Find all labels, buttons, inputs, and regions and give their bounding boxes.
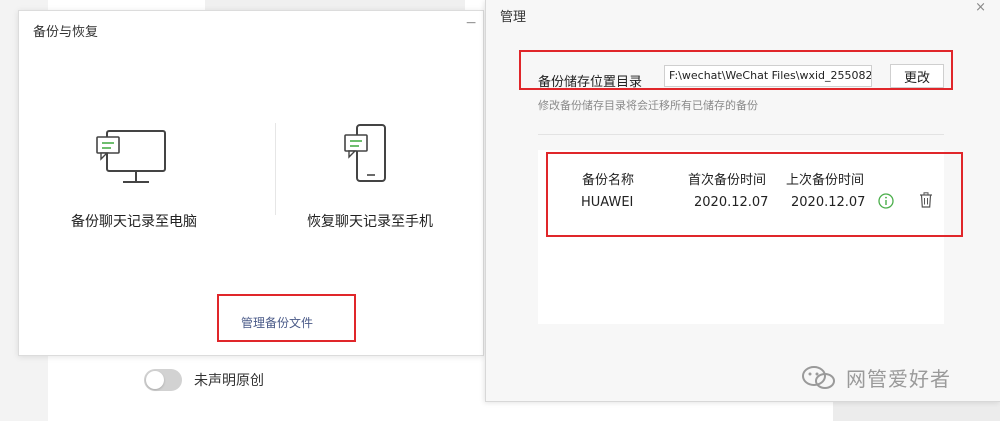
- section-divider: [538, 134, 944, 135]
- watermark: 网管爱好者: [800, 363, 951, 392]
- watermark-text: 网管爱好者: [846, 367, 951, 391]
- highlight-manage-link: [217, 294, 356, 342]
- wechat-search-icon: [802, 365, 835, 389]
- toggle-knob: [146, 371, 164, 389]
- backup-to-pc-label: 备份聊天记录至电脑: [71, 214, 197, 230]
- toggle-label: 未声明原创: [194, 373, 264, 389]
- computer-chat-icon: [96, 130, 166, 183]
- highlight-path-row: [519, 50, 953, 90]
- original-toggle[interactable]: [144, 369, 182, 391]
- close-icon[interactable]: ×: [975, 0, 986, 15]
- minus-icon[interactable]: −: [465, 15, 477, 31]
- restore-to-phone-label: 恢复聊天记录至手机: [307, 214, 433, 230]
- manage-dialog-title: 管理: [500, 10, 527, 25]
- phone-chat-icon: [344, 124, 386, 182]
- background-top-bar: [205, 0, 465, 10]
- restore-to-phone-option[interactable]: 恢复聊天记录至手机: [255, 119, 485, 231]
- path-hint: 修改备份储存目录将会迁移所有已储存的备份: [538, 99, 758, 112]
- dialog-title: 备份与恢复: [33, 25, 99, 40]
- highlight-backup-list: [546, 152, 963, 237]
- backup-to-pc-option[interactable]: 备份聊天记录至电脑: [19, 119, 249, 231]
- original-toggle-row: 未声明原创: [144, 368, 264, 392]
